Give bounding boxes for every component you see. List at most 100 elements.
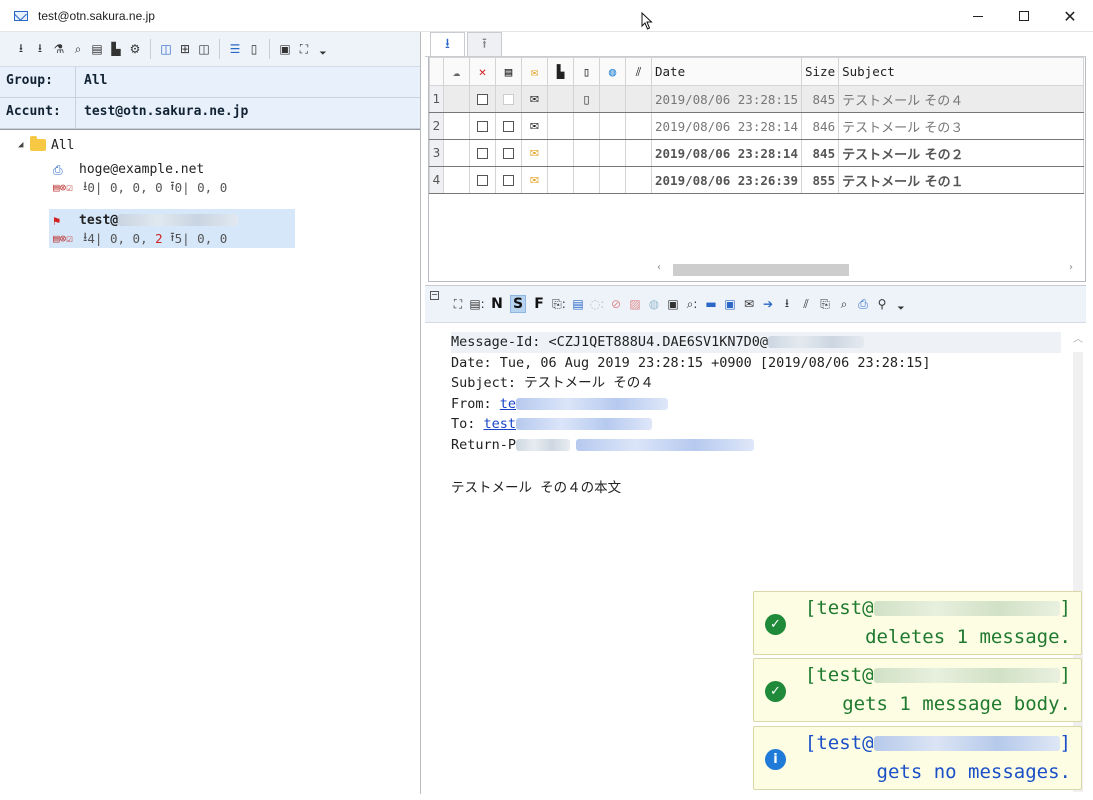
plugin-column-header[interactable]: ▙ (547, 57, 574, 86)
gear-icon[interactable]: ⚙ (128, 42, 142, 56)
download-column-header[interactable]: ▤ (495, 57, 522, 86)
table-row[interactable]: 3 ✉ 2019/08/06 23:28:14 845 テストメール その２ (429, 139, 1084, 167)
scroll-right-icon[interactable]: › (1069, 262, 1073, 273)
account-name: test@ (79, 212, 119, 228)
envelope-column-header[interactable]: ✉ (521, 57, 548, 86)
fullscreen-icon[interactable]: ⛶ (297, 42, 311, 56)
download-checkbox[interactable] (503, 121, 514, 132)
subject-line: Subject: テストメール その４ (451, 375, 654, 391)
maximize-button[interactable] (1001, 0, 1047, 32)
tab-outbox[interactable]: ⭱ (467, 32, 502, 56)
to-link[interactable]: test (484, 416, 517, 432)
message-viewer[interactable]: Message-Id: <CZJ1QET888U4.DAE6SV1KN7D0@ … (425, 324, 1086, 794)
row-subject: テストメール その１ (838, 166, 1084, 194)
overflow-chevron-icon[interactable]: ⏷ (894, 302, 908, 316)
layout-panes-icon[interactable]: ◫ (159, 42, 173, 56)
download-tab-icon: ⭳ (445, 35, 450, 52)
globe-icon[interactable]: ◍ (647, 297, 661, 311)
attachment-icon[interactable]: ⫽ (799, 297, 813, 311)
find-icon[interactable]: ⌕: (685, 297, 699, 311)
settings-search-icon[interactable]: ⚲ (875, 297, 889, 311)
scroll-left-icon[interactable]: ‹ (657, 262, 661, 273)
image-icon[interactable]: ▨ (628, 297, 642, 311)
tree-root-label: All (51, 137, 75, 153)
table-row[interactable]: 1 ✉ ▯ 2019/08/06 23:28:15 845 テストメール その４ (429, 85, 1084, 113)
layout-split-icon[interactable]: ⊞ (178, 42, 192, 56)
preview-icon[interactable]: ⌕ (837, 297, 851, 311)
open-mail-icon[interactable]: ✉ (742, 297, 756, 311)
tree-account-hoge[interactable]: ⎙ hoge@example.net ▤⊗☑ ⭳ 0 | 0, 0, 0 ⭱ 0 | 0… (49, 158, 295, 197)
html-body-icon[interactable]: ◌: (590, 297, 605, 311)
fit-icon[interactable]: ⛶ (451, 297, 465, 311)
row-size: 845 (800, 85, 840, 113)
normal-header-button[interactable]: N (489, 296, 505, 312)
raw-source-icon[interactable]: ▣ (666, 297, 680, 311)
account-name: hoge@example.net (79, 161, 205, 177)
body-mode-icon[interactable]: ⎘: (552, 297, 566, 311)
receive-icon[interactable]: ⭳ (14, 41, 28, 56)
header-mode-icon[interactable]: ▤: (469, 297, 484, 311)
list-view-icon[interactable]: ☰ (228, 42, 242, 56)
plugin-icon: ▙ (556, 64, 565, 79)
delete-checkbox[interactable] (477, 148, 488, 159)
search-icon[interactable]: ⌕ (71, 42, 85, 56)
download-checkbox[interactable] (503, 94, 514, 105)
date-column-header[interactable]: Date (651, 57, 802, 86)
expand-triangle-icon[interactable]: ◢ (18, 140, 30, 150)
delete-checkbox[interactable] (477, 175, 488, 186)
print-icon[interactable]: ⎙ (856, 297, 870, 311)
simple-header-button[interactable]: S (510, 295, 526, 313)
window-icon[interactable]: ▣ (278, 42, 292, 56)
table-row[interactable]: 4 ✉ 2019/08/06 23:26:39 855 テストメール その１ (429, 166, 1084, 194)
image-off-icon[interactable]: ⊘ (609, 297, 623, 311)
text-doc-icon: ▯ (582, 64, 591, 79)
notification-toast[interactable]: ✓ [test@] deletes 1 message. (753, 591, 1082, 655)
overflow-chevron-icon[interactable]: ⏷ (316, 47, 330, 61)
subject-column-header[interactable]: Subject (838, 57, 1084, 86)
text-column-header[interactable]: ▯ (573, 57, 600, 86)
layout-columns-icon[interactable]: ◫ (197, 42, 211, 56)
tree-account-test[interactable]: ⚑ test@ ▤⊗☑ ⭳ 4 | 0, 0, 2 ⭱ 5 | 0, 0 (49, 209, 295, 248)
plugin-icon[interactable]: ▙ (109, 42, 123, 56)
cloud-column-header[interactable]: ☁ (443, 57, 470, 86)
tab-inbox[interactable]: ⭳ (430, 32, 465, 56)
scrollbar-thumb[interactable] (673, 264, 849, 276)
copy-icon[interactable]: ⎘ (818, 297, 832, 311)
blurred-domain (873, 668, 1060, 683)
table-row[interactable]: 2 ✉ 2019/08/06 23:28:14 846 テストメール その３ (429, 112, 1084, 140)
toolbar-separator (269, 39, 270, 59)
scroll-up-icon[interactable]: ︿ (1070, 330, 1086, 345)
window-blue-icon[interactable]: ▬ (704, 297, 718, 311)
minimize-button[interactable] (955, 0, 1001, 32)
size-column-header[interactable]: Size (800, 57, 840, 86)
row-number: 1 (429, 85, 444, 113)
collapse-viewer-button[interactable]: − (430, 291, 439, 300)
full-header-button[interactable]: F (531, 296, 547, 312)
row-date: 2019/08/06 23:28:14 (651, 112, 802, 140)
viewer-toolbar: − ⛶ ▤: N S F ⎘: ▤ ◌: ⊘ ▨ ◍ ▣ ⌕: ▬ ▣ ✉ ➔ … (425, 285, 1086, 323)
delete-checkbox[interactable] (477, 94, 488, 105)
text-body-icon[interactable]: ▤ (571, 297, 585, 311)
notification-toast[interactable]: i [test@] gets no messages. (753, 726, 1082, 790)
filter-icon[interactable]: ⚗ (52, 42, 66, 56)
delete-column-header[interactable]: ✕ (469, 57, 496, 86)
download-checkbox[interactable] (503, 148, 514, 159)
close-window-button[interactable]: ✕ (1047, 0, 1093, 32)
html-column-header[interactable]: ◍ (599, 57, 626, 86)
group-label: Group: (0, 67, 76, 97)
delete-checkbox[interactable] (477, 121, 488, 132)
group-value[interactable]: All (76, 67, 107, 97)
tree-icon[interactable]: ▤ (90, 42, 104, 56)
detail-view-icon[interactable]: ▯ (247, 42, 261, 56)
download-checkbox[interactable] (503, 175, 514, 186)
attachment-column-header[interactable]: ⫽ (625, 57, 652, 86)
next-arrow-icon[interactable]: ➔ (761, 297, 775, 311)
window-list-icon[interactable]: ▣ (723, 297, 737, 311)
from-link[interactable]: te (500, 396, 516, 412)
receive-icon[interactable]: ⭳ (780, 296, 794, 311)
account-value[interactable]: test@otn.sakura.ne.jp (76, 98, 248, 128)
notification-toast[interactable]: ✓ [test@] gets 1 message body. (753, 658, 1082, 722)
horizontal-scrollbar[interactable]: ‹ › (653, 262, 1073, 277)
tree-root-all[interactable]: ◢ All (0, 136, 420, 154)
receive-all-icon[interactable]: ⭳ (33, 41, 47, 56)
